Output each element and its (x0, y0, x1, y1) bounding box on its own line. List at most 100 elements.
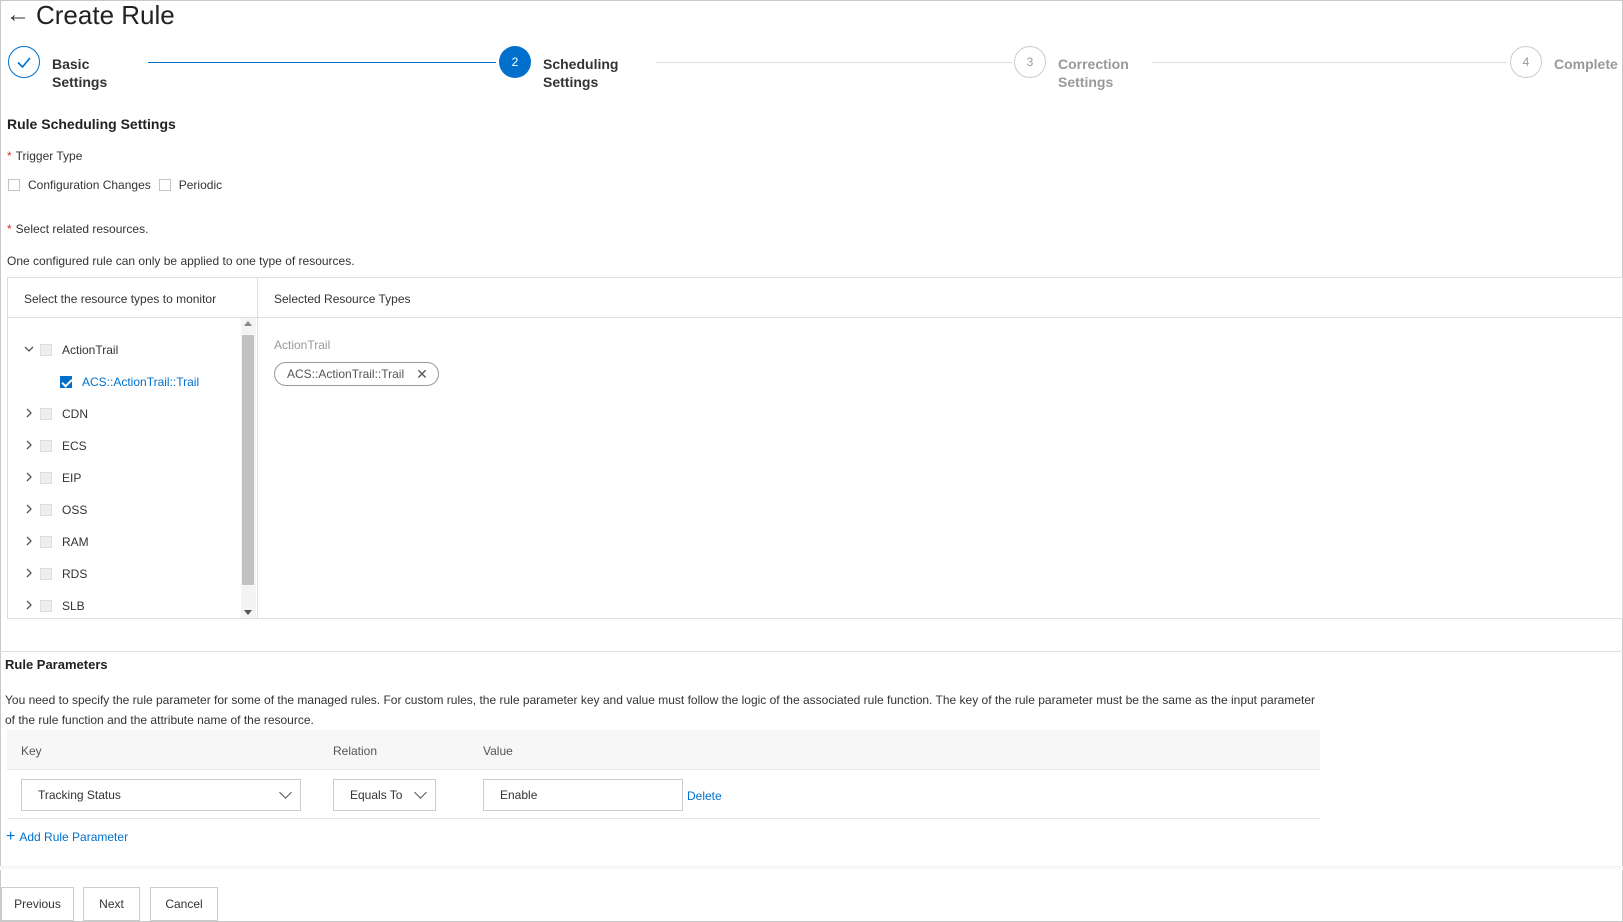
checkbox[interactable] (40, 408, 52, 420)
parameters-description: You need to specify the rule parameter f… (5, 690, 1325, 730)
required-mark: * (7, 149, 12, 163)
tree-item-rds[interactable]: RDS (22, 564, 87, 584)
tree-item-label: RAM (62, 535, 89, 549)
tree-item-label: ActionTrail (62, 343, 119, 357)
chevron-right-icon[interactable] (22, 503, 36, 518)
resource-selector-header: Select the resource types to monitor Sel… (8, 278, 1622, 318)
description-line: You need to specify the rule parameter f… (5, 693, 1316, 707)
key-select-value: Tracking Status (38, 788, 121, 802)
column-header-relation: Relation (333, 744, 378, 758)
chevron-right-icon[interactable] (22, 535, 36, 550)
trigger-type-label: * Trigger Type (7, 149, 82, 163)
next-button[interactable]: Next (83, 887, 140, 921)
trigger-periodic[interactable]: Periodic (158, 178, 223, 192)
value-input[interactable] (483, 779, 683, 811)
chevron-right-icon[interactable] (22, 599, 36, 614)
tree-item-label: RDS (62, 567, 88, 581)
arrow-left-icon[interactable]: ← (6, 3, 30, 27)
tree-item-label: ECS (62, 439, 87, 453)
tree-item-eip[interactable]: EIP (22, 468, 81, 488)
step-label-line: Complete (1554, 56, 1618, 72)
resource-tree: ActionTrail ACS::ActionTrail::Trail CDN … (8, 318, 257, 618)
page-header: ← Create Rule (6, 0, 175, 30)
footer-actions: Previous Next Cancel (0, 870, 1623, 922)
cancel-button[interactable]: Cancel (150, 887, 218, 921)
chevron-right-icon[interactable] (22, 567, 36, 582)
checkbox[interactable] (40, 568, 52, 580)
column-divider (257, 278, 258, 618)
option-label: Periodic (178, 178, 223, 192)
table-header: Key Relation Value (7, 730, 1320, 770)
scrollbar-thumb[interactable] (242, 335, 254, 585)
column-header-key: Key (21, 744, 42, 758)
tree-item-ram[interactable]: RAM (22, 532, 89, 552)
tree-item-slb[interactable]: SLB (22, 596, 85, 616)
close-icon[interactable]: ✕ (416, 366, 428, 383)
tree-item-label: CDN (62, 407, 88, 421)
related-resources-text: Select related resources. (15, 222, 149, 236)
section-title-parameters: Rule Parameters (5, 657, 108, 672)
step-label-line: Basic (52, 56, 90, 72)
tree-scrollbar[interactable] (241, 318, 256, 618)
chevron-down-icon (414, 786, 427, 799)
scroll-up-icon[interactable] (244, 321, 252, 326)
tree-item-ecs[interactable]: ECS (22, 436, 87, 456)
resource-note: One configured rule can only be applied … (7, 254, 355, 268)
checkbox[interactable] (158, 179, 171, 191)
tree-item-label: EIP (62, 471, 82, 485)
scroll-down-icon[interactable] (244, 610, 252, 615)
checkbox[interactable] (40, 440, 52, 452)
step-connector (148, 62, 496, 63)
selected-resource-types: ActionTrail ACS::ActionTrail::Trail ✕ (274, 338, 439, 386)
add-rule-parameter-button[interactable]: + Add Rule Parameter (6, 829, 128, 845)
tree-item-cdn[interactable]: CDN (22, 404, 88, 424)
tree-item-actiontrail[interactable]: ActionTrail (22, 340, 118, 360)
step-correction-settings: 3 Correction Settings (1014, 46, 1138, 91)
checkbox[interactable] (40, 472, 52, 484)
chevron-right-icon[interactable] (22, 407, 36, 422)
section-title-scheduling: Rule Scheduling Settings (7, 116, 176, 132)
checkbox[interactable] (8, 179, 20, 191)
check-icon (8, 46, 40, 78)
step-label-line: Settings (543, 74, 599, 90)
plus-icon: + (6, 828, 16, 845)
chevron-down-icon[interactable] (22, 343, 36, 358)
step-label: Complete (1554, 55, 1623, 73)
trigger-configuration-changes[interactable]: Configuration Changes (8, 178, 151, 192)
tree-item-acs-actiontrail-trail[interactable]: ACS::ActionTrail::Trail (56, 372, 199, 392)
selected-resource-tag: ACS::ActionTrail::Trail ✕ (274, 362, 439, 386)
tree-item-label: OSS (62, 503, 88, 517)
step-label-line: Scheduling (543, 56, 619, 72)
key-select[interactable]: Tracking Status (21, 779, 301, 811)
chevron-right-icon[interactable] (22, 439, 36, 454)
description-line: of the rule function and the attribute n… (5, 713, 314, 727)
step-label-line: Correction (1058, 56, 1129, 72)
previous-button[interactable]: Previous (1, 887, 74, 921)
checkbox[interactable] (40, 504, 52, 516)
chevron-right-icon[interactable] (22, 471, 36, 486)
delete-link[interactable]: Delete (687, 789, 722, 803)
tree-item-label: ACS::ActionTrail::Trail (82, 375, 200, 389)
step-label-line: Settings (1058, 74, 1114, 90)
add-rule-parameter-label: Add Rule Parameter (19, 830, 129, 844)
checkbox-checked[interactable] (60, 376, 72, 388)
checkbox[interactable] (40, 600, 52, 612)
step-complete: 4 Complete (1510, 46, 1623, 78)
step-basic-settings: Basic Settings (8, 46, 132, 91)
required-mark: * (7, 222, 12, 236)
tree-item-oss[interactable]: OSS (22, 500, 87, 520)
option-label: Configuration Changes (28, 178, 151, 192)
step-label: Correction Settings (1058, 55, 1138, 91)
step-scheduling-settings: 2 Scheduling Settings (499, 46, 623, 91)
resource-type-selector: Select the resource types to monitor Sel… (7, 277, 1623, 619)
relation-select[interactable]: Equals To (333, 779, 436, 811)
table-row: Tracking Status Equals To Delete (7, 770, 1320, 819)
related-resources-label: * Select related resources. (7, 222, 148, 236)
column-header-available: Select the resource types to monitor (24, 292, 217, 306)
checkbox[interactable] (40, 536, 52, 548)
step-number: 4 (1510, 46, 1542, 78)
checkbox[interactable] (40, 344, 52, 356)
step-label: Basic Settings (52, 55, 132, 91)
step-indicator: Basic Settings 2 Scheduling Settings 3 C… (8, 46, 1618, 96)
step-number: 2 (499, 46, 531, 78)
